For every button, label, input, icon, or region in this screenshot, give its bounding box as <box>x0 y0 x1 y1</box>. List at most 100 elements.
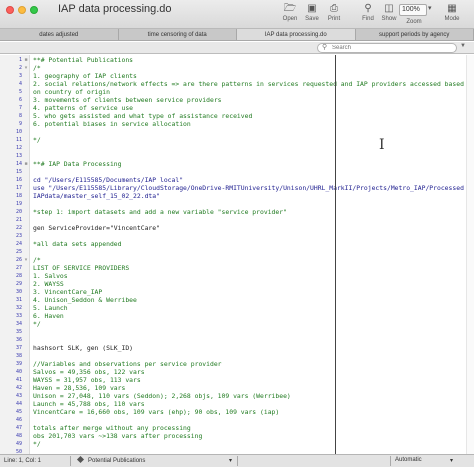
encoding-chevron-icon[interactable]: ▾ <box>450 457 453 464</box>
code-line[interactable]: Unison = 27,048, 110 vars (Seddon); 2,26… <box>33 392 467 400</box>
print-button[interactable]: ⎙ Print <box>322 2 346 26</box>
code-line[interactable] <box>33 352 467 360</box>
line-number: 30 <box>15 289 22 295</box>
line-number: 28 <box>15 273 22 279</box>
code-line[interactable] <box>33 200 467 208</box>
code-line[interactable] <box>33 216 467 224</box>
code-line[interactable] <box>33 152 467 160</box>
section-chevron-icon[interactable]: ▾ <box>229 457 232 464</box>
code-line[interactable]: 3. movements of clients between service … <box>33 96 467 104</box>
code-line[interactable] <box>33 336 467 344</box>
fold-gutter-cell <box>23 88 29 96</box>
code-line[interactable] <box>33 232 467 240</box>
line-number: 34 <box>15 321 22 327</box>
tab-support-periods[interactable]: support periods by agency <box>356 29 474 40</box>
save-button[interactable]: ▣ Save <box>300 2 324 26</box>
code-line[interactable]: *step 1: import datasets and add a new v… <box>33 208 467 216</box>
code-line[interactable]: 6. Haven <box>33 312 467 320</box>
code-line[interactable]: /* <box>33 256 467 264</box>
code-line[interactable]: */ <box>33 440 467 448</box>
code-line[interactable]: *all data sets appended <box>33 240 467 248</box>
code-line[interactable]: */ <box>33 136 467 144</box>
line-number: 17 <box>15 185 22 191</box>
code-line[interactable]: 2. social relations/network effects => a… <box>33 80 467 88</box>
section-marker-icon[interactable]: ■ <box>23 160 29 168</box>
code-line[interactable] <box>33 416 467 424</box>
line-number: 45 <box>15 409 22 415</box>
code-line[interactable]: **# Potential Publications <box>33 56 467 64</box>
code-line[interactable]: /* <box>33 64 467 72</box>
code-line[interactable]: //Variables and observations per service… <box>33 360 467 368</box>
code-line[interactable] <box>33 248 467 256</box>
code-line[interactable]: **# IAP Data Processing <box>33 160 467 168</box>
code-line[interactable]: LIST OF SERVICE PROVIDERS <box>33 264 467 272</box>
code-line[interactable]: VincentCare = 16,660 obs, 109 vars (ehp)… <box>33 408 467 416</box>
search-options-chevron-icon[interactable]: ▼ <box>460 43 466 49</box>
code-line[interactable]: use "/Users/E115585/Library/CloudStorage… <box>33 184 467 192</box>
code-line[interactable]: 2. WAYSS <box>33 280 467 288</box>
zoom-window-button[interactable] <box>30 6 38 14</box>
fold-gutter-cell <box>23 400 29 408</box>
tab-time-censoring[interactable]: time censoring of data <box>119 29 237 40</box>
chevron-down-icon: ▾ <box>428 5 432 12</box>
line-number: 49 <box>15 441 22 447</box>
line-number: 48 <box>15 433 22 439</box>
section-label: Potential Publications <box>88 458 146 464</box>
minimize-window-button[interactable] <box>18 6 26 14</box>
open-button[interactable]: 🗁 Open <box>278 2 302 26</box>
line-number: 14 <box>15 161 22 167</box>
code-line[interactable]: cd "/Users/E115585/Documents/IAP local" <box>33 176 467 184</box>
code-line[interactable] <box>33 328 467 336</box>
line-number: 18 <box>15 193 22 199</box>
fold-gutter-cell <box>23 104 29 112</box>
code-text-area[interactable]: **# Potential Publications/* 1. geography… <box>33 56 467 454</box>
code-line[interactable]: WAYSS = 31,957 obs, 113 vars <box>33 376 467 384</box>
fold-gutter-cell <box>23 384 29 392</box>
code-line[interactable]: 4. patterns of service use <box>33 104 467 112</box>
code-line[interactable]: totals after merge without any processin… <box>33 424 467 432</box>
show-button[interactable]: ◫ Show <box>377 2 401 26</box>
code-line[interactable]: IAPdata/master_self_15_02_22.dta" <box>33 192 467 200</box>
fold-gutter-cell <box>23 296 29 304</box>
code-line[interactable]: on country of origin <box>33 88 467 96</box>
tab-iap-data-processing[interactable]: IAP data processing.do <box>237 29 356 40</box>
mode-button[interactable]: ▦ Mode <box>440 2 464 26</box>
close-window-button[interactable] <box>6 6 14 14</box>
fold-gutter-cell <box>23 216 29 224</box>
search-input[interactable] <box>332 44 452 52</box>
code-line[interactable] <box>33 168 467 176</box>
fold-toggle-icon[interactable]: ▾ <box>23 64 29 72</box>
code-line[interactable]: 3. VincentCare_IAP <box>33 288 467 296</box>
code-line[interactable]: Launch = 45,788 obs, 110 vars <box>33 400 467 408</box>
code-line[interactable]: 5. Launch <box>33 304 467 312</box>
encoding-select[interactable]: Automatic <box>395 457 422 463</box>
code-line[interactable] <box>33 128 467 136</box>
zoom-select[interactable]: 100% <box>399 4 427 16</box>
fold-gutter-cell <box>23 192 29 200</box>
section-marker-icon[interactable]: ■ <box>23 56 29 64</box>
code-line[interactable]: 5. who gets assisted and what type of as… <box>33 112 467 120</box>
search-box[interactable]: ⚲ <box>317 43 457 53</box>
fold-gutter-cell <box>23 112 29 120</box>
line-number: 35 <box>15 329 22 335</box>
code-editor[interactable]: 1 2 3 4 5 6 7 8 9 10 11 12 13 14 15 16 17 18 19 20 21 22 23 24 2… <box>0 55 474 454</box>
section-navigator[interactable]: Potential Publications <box>76 455 146 464</box>
line-number: 31 <box>15 297 22 303</box>
vertical-scrollbar[interactable] <box>466 55 474 454</box>
code-line[interactable]: obs 201,703 vars ~>138 vars after proces… <box>33 432 467 440</box>
code-line[interactable]: 4. Unison_Seddon & Werribee <box>33 296 467 304</box>
code-line[interactable]: 1. geography of IAP clients <box>33 72 467 80</box>
code-line[interactable]: 1. Salvos <box>33 272 467 280</box>
code-line[interactable]: */ <box>33 320 467 328</box>
code-line[interactable]: hashsort SLK, gen (SLK_ID) <box>33 344 467 352</box>
code-line[interactable]: Haven = 28,536, 109 vars <box>33 384 467 392</box>
code-line[interactable]: gen ServiceProvider="VincentCare" <box>33 224 467 232</box>
line-number: 6 <box>18 97 22 103</box>
fold-toggle-icon[interactable]: ▾ <box>23 256 29 264</box>
fold-gutter-cell <box>23 392 29 400</box>
code-line[interactable] <box>33 144 467 152</box>
line-number: 20 <box>15 209 22 215</box>
code-line[interactable]: Salvos = 49,356 obs, 122 vars <box>33 368 467 376</box>
code-line[interactable]: 6. potential biases in service allocatio… <box>33 120 467 128</box>
tab-dates-adjusted[interactable]: dates adjusted <box>0 29 119 40</box>
